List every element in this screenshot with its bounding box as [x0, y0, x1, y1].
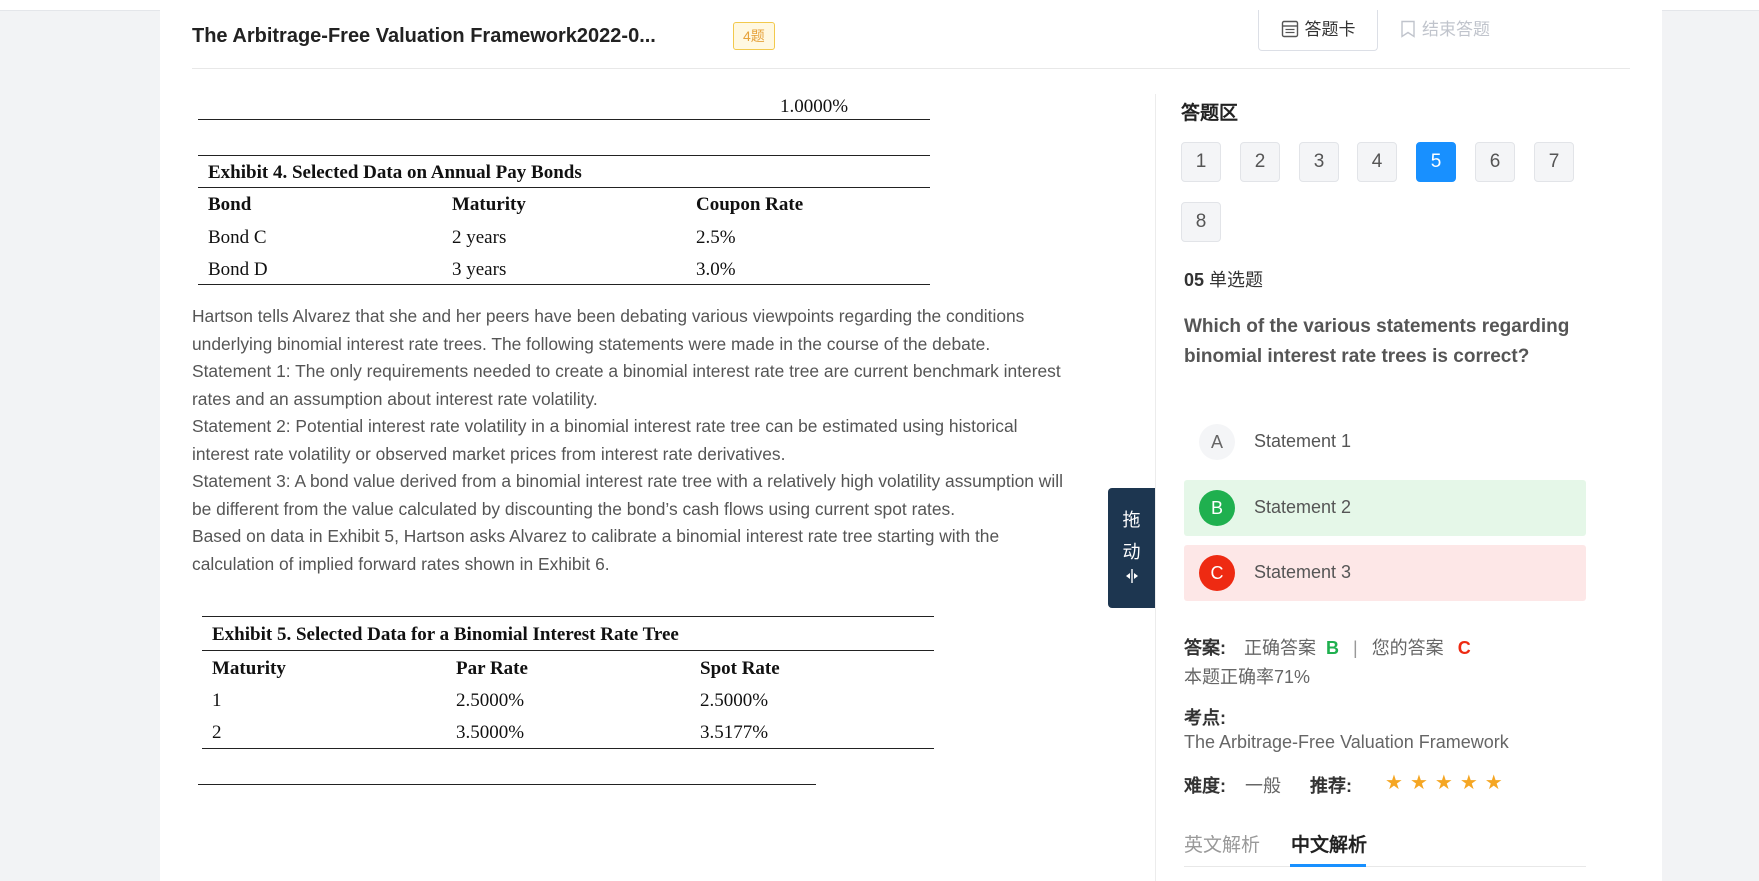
drag-handle-char: 拖 — [1122, 510, 1141, 530]
option-a[interactable]: A Statement 1 — [1184, 414, 1586, 470]
correct-answer-value: B — [1326, 638, 1339, 658]
table-cell: 2.5% — [696, 227, 736, 248]
table-cell: 3.5177% — [700, 722, 769, 743]
accuracy-rate: 本题正确率71% — [1184, 667, 1311, 687]
question-type: 05 单选题 — [1184, 266, 1263, 292]
difficulty-label: 难度: — [1184, 776, 1226, 796]
question-text: Which of the various statements regardin… — [1184, 316, 1570, 367]
exhibit4-header-coupon: Coupon Rate — [696, 194, 804, 215]
table-rule — [198, 119, 930, 120]
exhibit5-header-maturity: Maturity — [212, 658, 286, 679]
table-cell: Bond D — [208, 259, 268, 280]
question-index: 05 — [1184, 270, 1205, 290]
table-rule — [198, 784, 816, 785]
option-c[interactable]: C Statement 3 — [1184, 545, 1586, 601]
question-number-5[interactable]: 5 — [1416, 142, 1456, 182]
table-rule — [202, 650, 934, 651]
passage-paragraph: Hartson tells Alvarez that she and her p… — [192, 306, 1025, 354]
question-number-6[interactable]: 6 — [1475, 142, 1515, 182]
option-letter: A — [1199, 424, 1235, 460]
exhibit4-header-maturity: Maturity — [452, 194, 526, 215]
table-cell: 1 — [212, 690, 222, 711]
panel-divider — [1155, 94, 1156, 881]
your-answer-label: 您的答案 — [1371, 638, 1444, 658]
table-cell: 3.5000% — [456, 722, 525, 743]
passage-text: Hartson tells Alvarez that she and her p… — [192, 303, 1072, 578]
end-exam-label: 结束答题 — [1422, 20, 1490, 39]
table-cell: 2 — [212, 722, 222, 743]
knowledge-point-value: The Arbitrage-Free Valuation Framework — [1184, 732, 1509, 752]
table-cell: 2 years — [452, 227, 507, 248]
star-icon: ★ — [1409, 772, 1435, 794]
question-number-8[interactable]: 8 — [1181, 202, 1221, 242]
table-cell: 3.0% — [696, 259, 736, 280]
option-b[interactable]: B Statement 2 — [1184, 480, 1586, 536]
end-exam-icon — [1401, 20, 1415, 38]
question-number-1[interactable]: 1 — [1181, 142, 1221, 182]
answer-summary: 答案: 正确答案 B | 您的答案 C — [1184, 634, 1471, 660]
difficulty-row: 难度: 一般 推荐: — [1184, 772, 1352, 798]
option-text: Statement 1 — [1254, 431, 1352, 451]
exhibit5-header-par: Par Rate — [456, 658, 528, 679]
question-number-7[interactable]: 7 — [1534, 142, 1574, 182]
question-number-3[interactable]: 3 — [1299, 142, 1339, 182]
star-icon: ★ — [1484, 772, 1510, 794]
option-letter: C — [1199, 555, 1235, 591]
table-rule — [202, 616, 934, 617]
passage-paragraph: Statement 1: The only requirements neede… — [192, 361, 1061, 409]
table-rule — [198, 284, 930, 285]
your-answer-value: C — [1457, 638, 1471, 658]
question-count-badge: 4题 — [733, 22, 775, 50]
answer-card-button[interactable]: 答题卡 — [1258, 10, 1378, 51]
difficulty-value: 一般 — [1245, 776, 1282, 796]
star-icon: ★ — [1385, 772, 1410, 794]
table-rule — [198, 155, 930, 156]
drag-handle-char: 动 — [1122, 542, 1141, 562]
table-rule — [202, 748, 934, 749]
drag-arrows-icon — [1108, 568, 1155, 589]
tab-english-analysis[interactable]: 英文解析 — [1184, 830, 1260, 857]
question-type-label: 单选题 — [1209, 270, 1264, 290]
answer-label: 答案: — [1184, 638, 1226, 658]
prev-table-value: 1.0000% — [780, 96, 849, 117]
tabs-underline — [1184, 866, 1586, 867]
exhibit5-header-spot: Spot Rate — [700, 658, 780, 679]
passage-paragraph: Based on data in Exhibit 5, Hartson asks… — [192, 526, 1000, 574]
star-icon: ★ — [1459, 772, 1485, 794]
passage-paragraph: Statement 2: Potential interest rate vol… — [192, 416, 1018, 464]
answer-card-icon — [1281, 20, 1298, 38]
tab-chinese-analysis[interactable]: 中文解析 — [1291, 830, 1367, 857]
end-exam-button[interactable]: 结束答题 — [1400, 10, 1490, 50]
table-cell: 2.5000% — [456, 690, 525, 711]
answer-separator: | — [1353, 638, 1358, 658]
question-number-4[interactable]: 4 — [1357, 142, 1397, 182]
answer-card-label: 答题卡 — [1304, 20, 1356, 39]
recommend-stars: ★★★★★ — [1385, 770, 1510, 795]
table-cell: 3 years — [452, 259, 507, 280]
correct-answer-label: 正确答案 — [1244, 638, 1316, 658]
exhibit4-title: Exhibit 4. Selected Data on Annual Pay B… — [208, 162, 582, 183]
passage-paragraph: Statement 3: A bond value derived from a… — [192, 471, 1063, 519]
exhibit5-title: Exhibit 5. Selected Data for a Binomial … — [212, 624, 679, 645]
recommend-label: 推荐: — [1310, 776, 1353, 796]
table-rule — [198, 187, 930, 188]
option-text: Statement 3 — [1254, 562, 1352, 582]
question-number-2[interactable]: 2 — [1240, 142, 1280, 182]
exhibit4-header-bond: Bond — [208, 194, 252, 215]
table-cell: 2.5000% — [700, 690, 769, 711]
page-header: The Arbitrage-Free Valuation Framework20… — [192, 10, 1630, 69]
option-text: Statement 2 — [1254, 497, 1352, 517]
star-icon: ★ — [1434, 772, 1460, 794]
table-cell: Bond C — [208, 227, 267, 248]
active-tab-indicator — [1290, 864, 1366, 867]
knowledge-point-label: 考点: — [1184, 708, 1226, 728]
page-title: The Arbitrage-Free Valuation Framework20… — [192, 25, 656, 47]
drag-handle[interactable]: 拖 动 — [1108, 488, 1155, 608]
option-letter: B — [1199, 490, 1235, 526]
answer-area-title: 答题区 — [1181, 103, 1239, 124]
